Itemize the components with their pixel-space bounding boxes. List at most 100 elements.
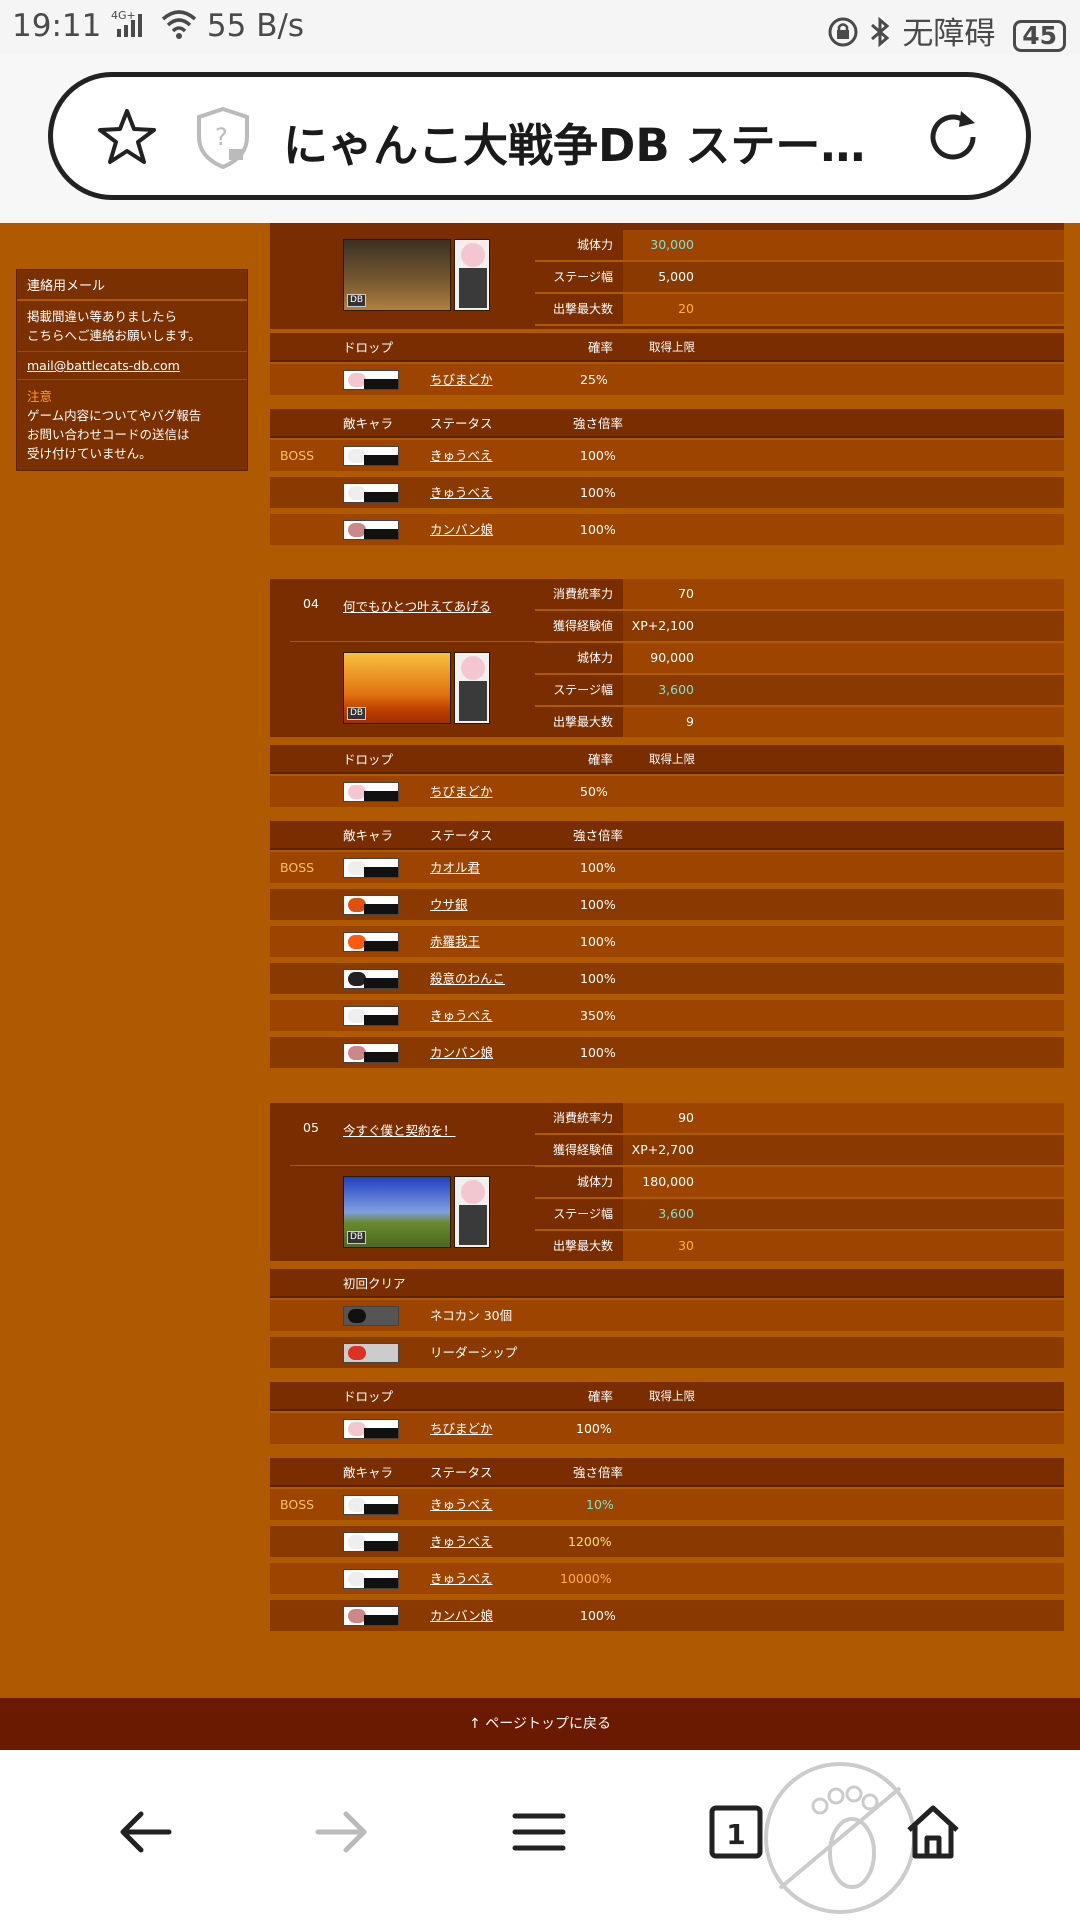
incognito-footprint-icon — [760, 1758, 920, 1922]
enemy-name[interactable]: カオル君 — [430, 852, 480, 883]
enemy-name[interactable]: きゅうべえ — [430, 477, 493, 508]
drop-rate: 50% — [580, 784, 608, 799]
reward-name: ネコカン 30個 — [430, 1308, 513, 1323]
enemy-row[interactable]: きゅうべえ 10000% — [270, 1563, 1064, 1597]
info-label: ステージ幅 — [535, 675, 623, 705]
enemy-row[interactable]: BOSS きゅうべえ 100% — [270, 440, 1064, 474]
enemy-name[interactable]: カンバン娘 — [430, 514, 493, 545]
enemy-name[interactable]: きゅうべえ — [430, 1000, 493, 1031]
enemy-name[interactable]: 赤羅我王 — [430, 926, 480, 957]
enemy-mag: 100% — [580, 448, 616, 463]
enemy-row[interactable]: きゅうべえ 100% — [270, 477, 1064, 511]
signal-icon: 4G+ — [111, 9, 151, 47]
enemy-row[interactable]: カンバン娘 100% — [270, 514, 1064, 548]
notice-line: お問い合わせコードの送信は — [27, 427, 190, 442]
drop-header: ドロップ 確率 取得上限 — [270, 745, 1064, 774]
mag-col: 強さ倍率 — [573, 1465, 624, 1480]
drop-row[interactable]: ちびまどか 50% — [270, 776, 1064, 810]
info-label: 消費統率力 — [535, 1103, 623, 1133]
enemy-castle-image — [454, 1176, 490, 1248]
enemy-row[interactable]: 赤羅我王 100% — [270, 926, 1064, 960]
enemy-mag: 100% — [580, 934, 616, 949]
shield-icon[interactable]: ? — [193, 105, 253, 175]
enemy-name[interactable]: カンバン娘 — [430, 1600, 493, 1631]
enemy-header: 敵キャラ ステータス 強さ倍率 — [270, 409, 1064, 438]
status-col[interactable]: ステータス — [430, 821, 493, 850]
reward-row: ネコカン 30個 — [270, 1300, 1064, 1334]
accessibility-label: 无障碍 — [902, 16, 996, 52]
network-speed: 55 B/s — [206, 8, 305, 44]
home-icon[interactable] — [903, 1802, 963, 1866]
enemy-icon — [343, 1606, 399, 1626]
rate-col: 確率 — [588, 340, 614, 355]
drop-header: ドロップ 確率 取得上限 — [270, 1382, 1064, 1411]
browser-nav-bar: 1 — [0, 1750, 1080, 1920]
forward-icon[interactable] — [312, 1802, 372, 1866]
menu-icon[interactable] — [509, 1802, 569, 1866]
info-label: 城体力 — [535, 230, 623, 260]
stage-name-link[interactable]: 今すぐ僕と契約を！ — [343, 1120, 456, 1139]
address-bar[interactable]: ? にゃんこ大戦争DB ステー… — [48, 72, 1031, 200]
enemy-row[interactable]: ウサ銀 100% — [270, 889, 1064, 923]
enemy-castle-image — [454, 239, 490, 311]
stage-name-link[interactable]: 何でもひとつ叶えてあげる — [343, 596, 491, 615]
info-value: 9 — [623, 707, 704, 737]
enemy-name[interactable]: きゅうべえ — [430, 1563, 493, 1594]
info-max-enemies: 出撃最大数 20 — [535, 294, 1064, 326]
enemy-name[interactable]: カンバン娘 — [430, 1037, 493, 1068]
enemy-name[interactable]: きゅうべえ — [430, 1526, 493, 1557]
drop-row[interactable]: ちびまどか 25% — [270, 364, 1064, 398]
back-icon[interactable] — [115, 1802, 175, 1866]
svg-text:?: ? — [215, 123, 228, 151]
info-label: 出撃最大数 — [535, 294, 623, 324]
info-cost: 消費統率力 70 — [535, 579, 1064, 611]
drop-name[interactable]: ちびまどか — [430, 1413, 493, 1444]
enemy-icon — [343, 858, 399, 878]
drop-row[interactable]: ちびまどか 100% — [270, 1413, 1064, 1447]
enemy-row[interactable]: 殺意のわんこ 100% — [270, 963, 1064, 997]
reload-icon[interactable] — [923, 107, 983, 171]
reward-icon — [343, 1306, 399, 1326]
email-link[interactable]: mail@battlecats-db.com — [27, 358, 180, 373]
page-title[interactable]: にゃんこ大戦争DB ステー… — [283, 109, 923, 174]
info-value: 20 — [623, 294, 704, 324]
contact-email: mail@battlecats-db.com — [17, 352, 247, 380]
reward-row: リーダーシップ — [270, 1337, 1064, 1371]
info-castle-hp: 城体力 180,000 — [535, 1167, 1064, 1199]
boss-label: BOSS — [280, 448, 315, 463]
tabs-icon[interactable]: 1 — [706, 1802, 766, 1866]
enemy-row[interactable]: きゅうべえ 1200% — [270, 1526, 1064, 1560]
enemy-icon — [343, 1532, 399, 1552]
browser-toolbar: ? にゃんこ大戦争DB ステー… — [0, 55, 1080, 223]
stage-number: 05 — [303, 1120, 319, 1135]
enemy-row[interactable]: カンバン娘 100% — [270, 1037, 1064, 1071]
enemy-name[interactable]: きゅうべえ — [430, 1489, 493, 1520]
info-stage-width: ステージ幅 3,600 — [535, 675, 1064, 707]
enemy-icon — [343, 969, 399, 989]
enemy-row[interactable]: BOSS カオル君 100% — [270, 852, 1064, 886]
info-xp: 獲得経験値 XP+2,100 — [535, 611, 1064, 643]
enemy-name[interactable]: 殺意のわんこ — [430, 963, 505, 994]
page-top-link[interactable]: ↑ ページトップに戻る — [0, 1698, 1080, 1750]
info-value: XP+2,100 — [623, 611, 704, 641]
info-label: 獲得経験値 — [535, 611, 623, 641]
drop-name[interactable]: ちびまどか — [430, 364, 493, 395]
limit-col: 取得上限 — [649, 340, 695, 354]
stage-bg-image: DB — [343, 1176, 451, 1248]
enemy-mag: 1200% — [568, 1534, 612, 1549]
enemy-row[interactable]: カンバン娘 100% — [270, 1600, 1064, 1634]
enemy-row[interactable]: きゅうべえ 350% — [270, 1000, 1064, 1034]
star-icon[interactable] — [97, 107, 157, 171]
info-label: ステージ幅 — [535, 1199, 623, 1229]
info-stage-width: ステージ幅 3,600 — [535, 1199, 1064, 1231]
enemy-name[interactable]: きゅうべえ — [430, 440, 493, 471]
status-col[interactable]: ステータス — [430, 409, 493, 438]
contact-header: 連絡用メール — [17, 270, 247, 301]
stage-number: 04 — [303, 596, 319, 611]
drop-name[interactable]: ちびまどか — [430, 776, 493, 807]
enemy-name[interactable]: ウサ銀 — [430, 889, 468, 920]
info-label: ステージ幅 — [535, 262, 623, 292]
drop-icon — [343, 370, 399, 390]
enemy-row[interactable]: BOSS きゅうべえ 10% — [270, 1489, 1064, 1523]
status-col[interactable]: ステータス — [430, 1458, 493, 1487]
